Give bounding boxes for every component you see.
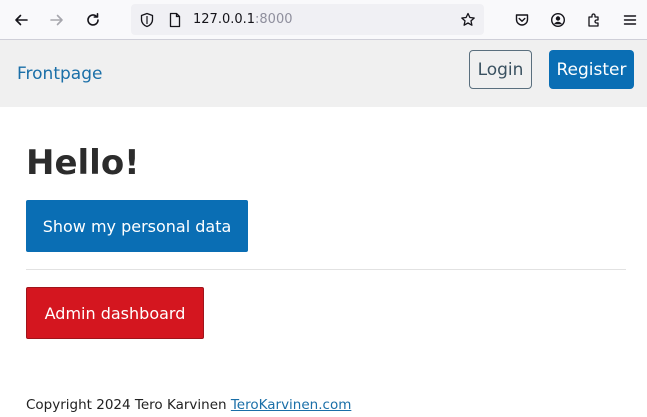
site-navbar: Frontpage Login Register [0, 40, 647, 107]
footer-link[interactable]: TeroKarvinen.com [231, 397, 352, 413]
account-icon[interactable] [545, 7, 571, 33]
forward-icon[interactable] [44, 7, 70, 33]
back-icon[interactable] [8, 7, 34, 33]
shield-icon[interactable] [138, 11, 155, 28]
url-port: :8000 [255, 12, 293, 27]
address-bar[interactable]: 127.0.0.1:8000 [131, 4, 484, 35]
reload-icon[interactable] [80, 7, 106, 33]
url-text[interactable]: 127.0.0.1:8000 [193, 11, 293, 28]
pocket-icon[interactable] [509, 7, 535, 33]
divider [26, 269, 626, 270]
register-button[interactable]: Register [549, 50, 634, 89]
browser-toolbar: 127.0.0.1:8000 [0, 0, 647, 40]
admin-dashboard-button[interactable]: Admin dashboard [26, 287, 204, 339]
menu-icon[interactable] [617, 7, 643, 33]
footer: Copyright 2024 Tero Karvinen TeroKarvine… [26, 397, 351, 414]
url-host: 127.0.0.1 [193, 12, 256, 27]
show-personal-data-button[interactable]: Show my personal data [26, 200, 248, 252]
login-button[interactable]: Login [469, 50, 532, 89]
extensions-icon[interactable] [581, 7, 607, 33]
frontpage-link[interactable]: Frontpage [17, 63, 102, 85]
copyright-text: Copyright 2024 Tero Karvinen [26, 397, 227, 413]
page-icon[interactable] [166, 11, 183, 28]
bookmark-star-icon[interactable] [459, 11, 476, 28]
page-title: Hello! [26, 143, 140, 183]
